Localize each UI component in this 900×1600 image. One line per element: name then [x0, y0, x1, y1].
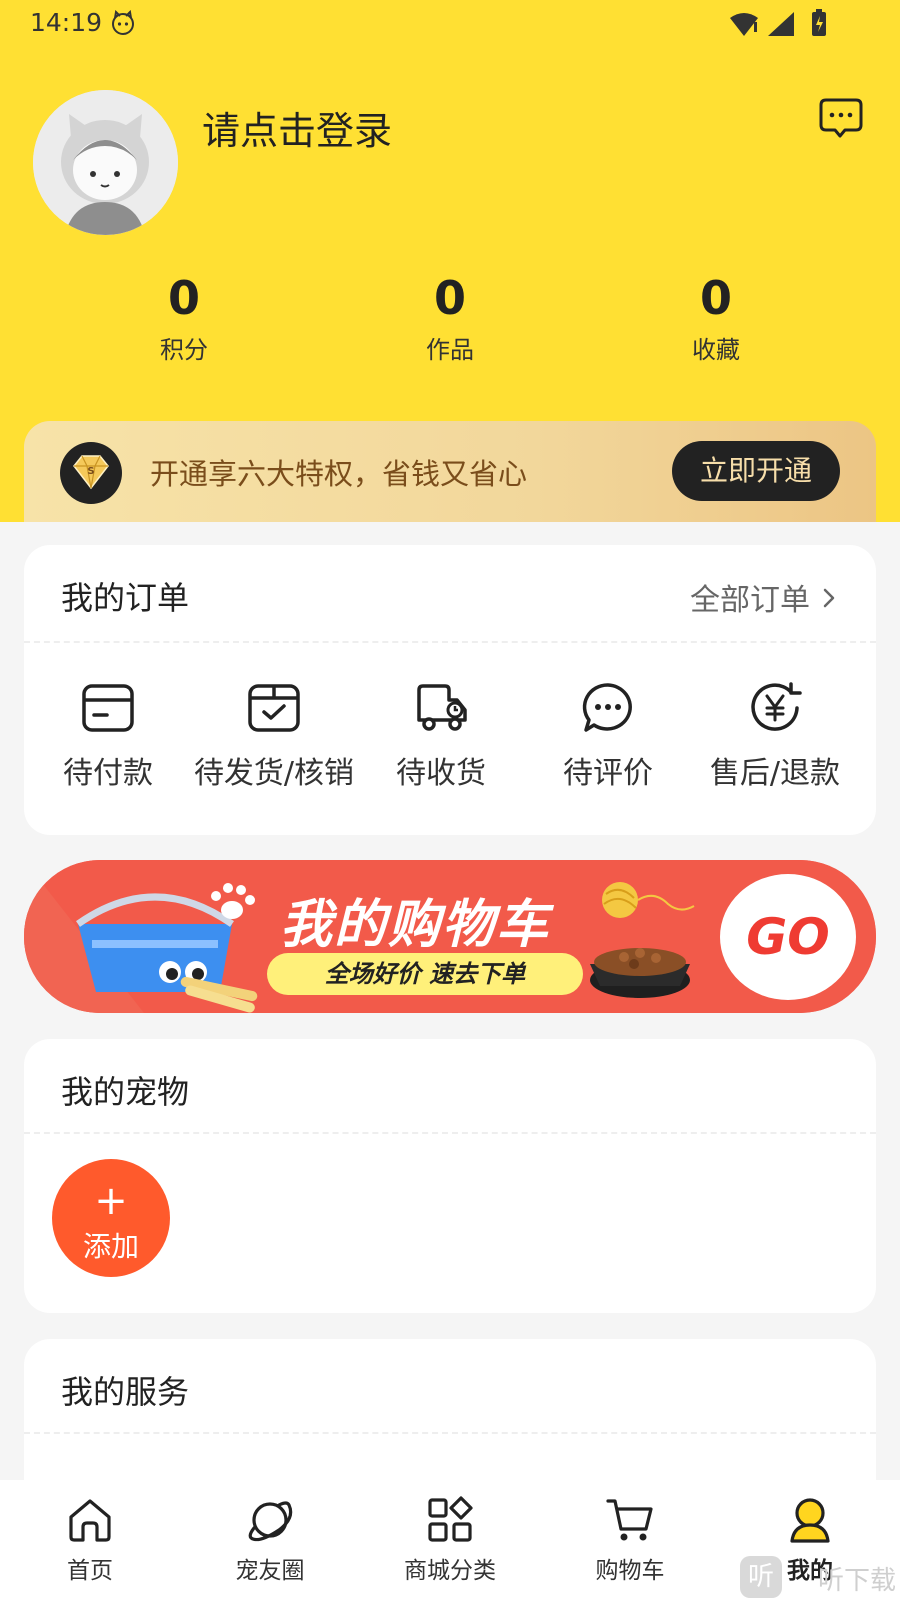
status-bar: 14:19 [0, 0, 900, 50]
svg-text:S: S [87, 466, 94, 477]
banner-subtitle: 全场好价 速去下单 [324, 960, 526, 988]
divider [24, 1132, 876, 1134]
go-label: GO [746, 908, 830, 966]
avatar[interactable] [33, 90, 178, 235]
card-icon [82, 684, 134, 732]
tab-label: 购物车 [595, 1558, 665, 1584]
stat-value: 0 [433, 271, 466, 325]
go-button[interactable]: GO [720, 874, 856, 1000]
message-icon[interactable] [818, 96, 864, 142]
order-after-sales[interactable]: 售后/退款 [675, 680, 875, 800]
orders-title: 我的订单 [61, 579, 190, 617]
status-time: 14:19 [30, 8, 103, 37]
divider [24, 1432, 876, 1434]
stat-value: 0 [167, 271, 200, 325]
pet-food-bowl-icon [590, 948, 690, 998]
services-title: 我的服务 [61, 1373, 190, 1411]
default-avatar-icon [33, 90, 178, 235]
stat-label: 作品 [426, 336, 474, 364]
stat-points[interactable]: 0 积分 [104, 268, 264, 365]
tab-label: 首页 [67, 1558, 113, 1584]
cart-promo-banner[interactable]: 我的购物车 全场好价 速去下单 GO [24, 860, 876, 1013]
tab-cart[interactable]: 购物车 [540, 1480, 720, 1600]
vip-banner[interactable]: S 开通享六大特权，省钱又省心 立即开通 [24, 421, 876, 522]
planet-icon [248, 1501, 293, 1542]
package-check-icon [248, 684, 300, 732]
refund-yen-icon [751, 682, 802, 731]
order-label: 售后/退款 [709, 756, 841, 791]
watermark-logo: 听 [740, 1556, 782, 1598]
stat-favorites[interactable]: 0 收藏 [636, 268, 796, 365]
tab-label: 商城分类 [404, 1558, 496, 1584]
tab-pet-circle[interactable]: 宠友圈 [180, 1480, 360, 1600]
home-icon [69, 1499, 111, 1542]
all-orders-link[interactable]: 全部订单 [690, 575, 836, 619]
divider [24, 641, 876, 643]
category-icon [428, 1496, 473, 1542]
tab-mall-category[interactable]: 商城分类 [360, 1480, 540, 1600]
stats-row: 0 积分 0 作品 0 收藏 [0, 268, 900, 378]
signal-battery-icons [730, 9, 826, 36]
orders-card: 我的订单 全部订单 待付款 待发货/核销 待收货 待评价 售后/退款 [24, 545, 876, 835]
banner-subtitle-pill: 全场好价 速去下单 [267, 953, 583, 995]
all-orders-label: 全部订单 [690, 583, 810, 618]
add-pet-label: 添加 [82, 1230, 139, 1263]
stat-value: 0 [699, 271, 732, 325]
user-icon [790, 1498, 830, 1543]
add-pet-button[interactable]: + 添加 [52, 1159, 170, 1277]
vip-text: 开通享六大特权，省钱又省心 [150, 457, 528, 491]
pets-title: 我的宠物 [61, 1073, 190, 1111]
chevron-right-icon [823, 588, 835, 608]
cart-icon [606, 1499, 653, 1541]
login-prompt[interactable]: 请点击登录 [202, 100, 392, 155]
plus-icon: + [94, 1178, 128, 1224]
stat-label: 收藏 [692, 336, 740, 364]
chat-bubble-icon [582, 683, 632, 732]
pets-card: 我的宠物 + 添加 [24, 1039, 876, 1313]
notification-cat-icon [112, 10, 134, 35]
vip-open-button[interactable]: 立即开通 [672, 441, 840, 501]
tab-home[interactable]: 首页 [0, 1480, 180, 1600]
delivery-truck-icon [417, 684, 467, 731]
watermark-text: 听下载 [818, 1566, 897, 1596]
stat-works[interactable]: 0 作品 [370, 268, 530, 365]
stat-label: 积分 [160, 336, 208, 364]
tab-label: 宠友圈 [235, 1558, 305, 1584]
banner-title: 我的购物车 [280, 895, 551, 955]
vip-diamond-icon: S [60, 442, 122, 504]
